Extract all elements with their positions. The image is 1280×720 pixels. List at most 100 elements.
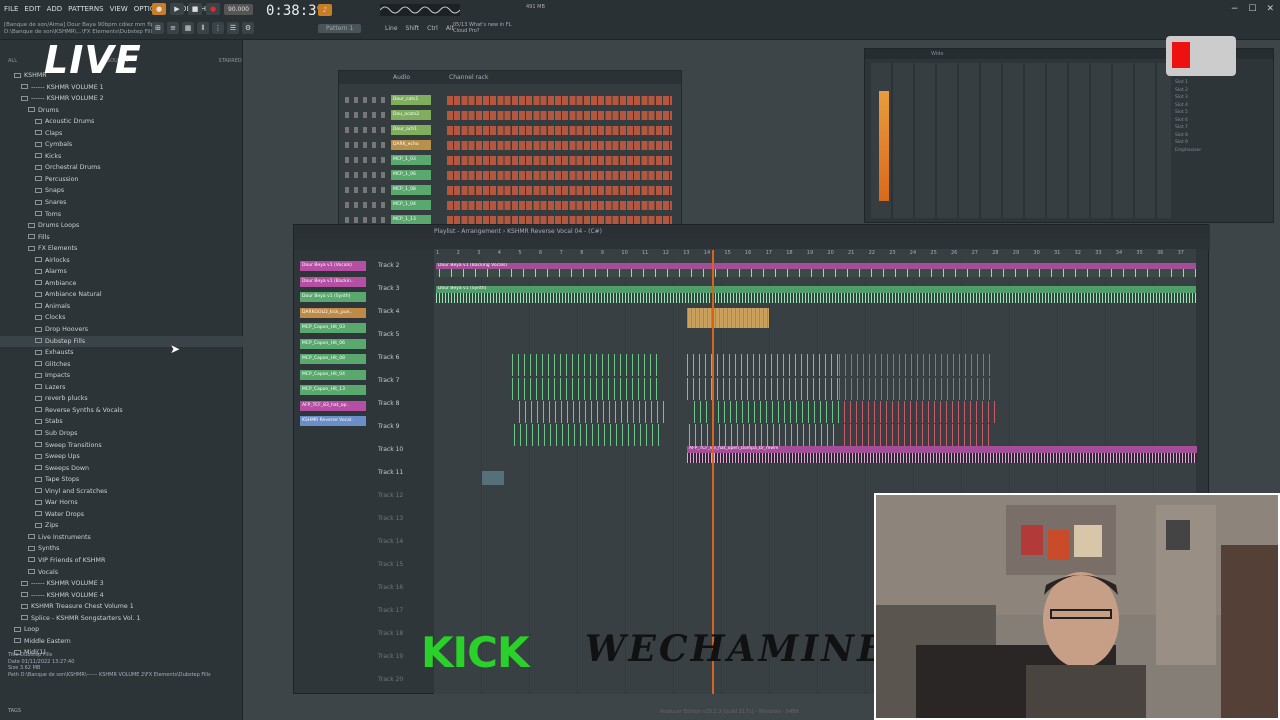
browser-item[interactable]: Toms <box>0 209 243 221</box>
playlist-clip[interactable] <box>687 354 839 376</box>
record-icon[interactable]: ● <box>206 3 220 15</box>
mixer-slot[interactable]: Slot 7 <box>1175 124 1271 132</box>
playlist-clip[interactable] <box>436 269 1196 277</box>
menu-item-add[interactable]: ADD <box>47 5 63 13</box>
channel-row[interactable]: DARK_echo <box>339 138 683 153</box>
browser-item[interactable]: Snares <box>0 197 243 209</box>
channel-controls[interactable] <box>345 142 385 148</box>
menu-item-file[interactable]: FILE <box>4 5 18 13</box>
time-display[interactable]: 0:38:39 <box>266 3 325 19</box>
tags-label[interactable]: TAGS <box>8 708 21 714</box>
browser-item[interactable]: Zips <box>0 520 243 532</box>
track-header[interactable]: Track 13 <box>378 515 428 522</box>
browser-item[interactable]: War Horns <box>0 497 243 509</box>
browser-item[interactable]: Alarms <box>0 266 243 278</box>
track-header[interactable]: Track 15 <box>378 561 428 568</box>
browser-item[interactable]: Tape Stops <box>0 474 243 486</box>
playlist-clip[interactable] <box>844 424 994 446</box>
browser-item[interactable]: Clocks <box>0 312 243 324</box>
stop-icon[interactable]: ■ <box>188 3 202 15</box>
browser-item[interactable]: Dubstep Fills <box>0 335 243 348</box>
browser-item[interactable]: Orchestral Drums <box>0 162 243 174</box>
browser-tab-all[interactable]: ALL <box>8 58 17 64</box>
browser-item[interactable]: Sub Drops <box>0 428 243 440</box>
menu-item-edit[interactable]: EDIT <box>24 5 40 13</box>
key-ctrl[interactable]: Ctrl <box>427 25 438 32</box>
pattern-clip-source[interactable]: Dour Beya v1 (Synth) <box>300 292 366 302</box>
browser-item[interactable]: Percussion <box>0 174 243 186</box>
channel-name-button[interactable]: DARK_echo <box>391 140 431 150</box>
step-sequencer[interactable] <box>447 111 672 120</box>
playlist-clip[interactable] <box>512 354 662 376</box>
maximize-icon[interactable]: ☐ <box>1248 4 1256 14</box>
browser-item[interactable]: Airlocks <box>0 255 243 267</box>
mixer-slot[interactable]: Slot 9 <box>1175 139 1271 147</box>
browser-item[interactable]: Ambiance <box>0 278 243 290</box>
playlist-clip[interactable] <box>694 401 844 423</box>
pattern-clip-source[interactable]: MCP_Capon_Hit_06 <box>300 338 366 349</box>
browser-item[interactable]: Impacts <box>0 370 243 382</box>
browser-item[interactable]: ------ KSHMR VOLUME 2 <box>0 93 243 105</box>
browser-item[interactable]: Sweep Ups <box>0 451 243 463</box>
track-header[interactable]: Track 4 <box>378 308 428 315</box>
play-icon[interactable]: ▶ <box>170 3 184 15</box>
browser-item[interactable]: ------ KSHMR VOLUME 3 <box>0 578 243 590</box>
step-sequencer[interactable] <box>447 156 672 165</box>
step-sequencer[interactable] <box>447 186 672 195</box>
browser-item[interactable]: Splice - KSHMR Songstarters Vol. 1 <box>0 613 243 625</box>
menu-item-view[interactable]: VIEW <box>110 5 128 13</box>
playlist-clip[interactable] <box>514 424 664 446</box>
step-sequencer[interactable] <box>447 141 672 150</box>
pattern-clip-source[interactable]: MCP_Capon_Hit_08 <box>300 354 366 364</box>
channel-name-button[interactable]: MCP_1_04 <box>391 200 431 210</box>
track-header[interactable]: Track 8 <box>378 400 428 407</box>
channel-name-button[interactable]: MCP_1_08 <box>391 185 431 195</box>
playlist-clip[interactable] <box>687 453 1197 463</box>
news-hint[interactable]: 05/13 What's new in FL Cloud Pro? <box>453 22 511 34</box>
channel-controls[interactable] <box>345 97 385 103</box>
pattern-clip-source[interactable]: MCP_Capon_Hit_13 <box>300 385 366 395</box>
channel-rack-icon[interactable]: ⋮ <box>212 22 224 34</box>
channel-name-button[interactable]: MCP_1_06 <box>391 170 431 180</box>
snap-icon[interactable]: ⊞ <box>152 22 164 34</box>
browser-item[interactable]: Fills <box>0 232 243 244</box>
metronome-icon[interactable]: ♪ <box>318 4 332 16</box>
pattern-clip-source[interactable]: DARKGOLD_kick_pun.. <box>300 307 366 318</box>
browser-item[interactable]: Snaps <box>0 185 243 197</box>
channel-row[interactable]: Dour_ach1 <box>339 123 683 138</box>
track-header[interactable]: Track 20 <box>378 676 428 683</box>
browser-item[interactable]: reverb plucks <box>0 393 243 405</box>
playlist-clip[interactable] <box>687 308 769 328</box>
channel-name-button[interactable]: MCP_1_03 <box>391 155 431 165</box>
browser-item[interactable]: Kicks <box>0 151 243 163</box>
browser-item[interactable]: Vinyl and Scratches <box>0 486 243 498</box>
track-header[interactable]: Track 10 <box>378 446 428 453</box>
track-header[interactable]: Track 6 <box>378 354 428 361</box>
track-header[interactable]: Track 3 <box>378 285 428 292</box>
timeline-ruler[interactable]: 1 2 3 4 5 6 7 8 9 10 11 12 13 14 15 16 17 18 19 20 21 22 23 24 2… <box>434 249 1196 258</box>
track-header[interactable]: Track 16 <box>378 584 428 591</box>
browser-item[interactable]: Drums <box>0 105 243 117</box>
channel-controls[interactable] <box>345 187 385 193</box>
pattern-clip-source[interactable]: Dour Beya v1 (Backin.. <box>300 276 366 287</box>
browser-item[interactable]: ------ KSHMR VOLUME 1 <box>0 82 243 94</box>
browser-item[interactable]: KSHMR Treasure Chest Volume 1 <box>0 601 243 613</box>
pattern-clip-source[interactable]: Dour Beya v1 (Vocals) <box>300 261 366 271</box>
mixer-slot[interactable]: Slot 1 <box>1175 79 1271 87</box>
channel-row[interactable]: MCP_1_04 <box>339 198 683 213</box>
channel-row[interactable]: Dour_cats1 <box>339 93 683 108</box>
channel-controls[interactable] <box>345 157 385 163</box>
channel-controls[interactable] <box>345 172 385 178</box>
minimize-icon[interactable]: − <box>1231 4 1239 14</box>
playlist-clip[interactable] <box>512 378 662 400</box>
track-header[interactable]: Track 5 <box>378 331 428 338</box>
channel-controls[interactable] <box>345 127 385 133</box>
track-header[interactable]: Track 11 <box>378 469 428 476</box>
pattern-clip-source[interactable]: MCP_Capon_Hit_03 <box>300 323 366 333</box>
mixer-slot[interactable]: Emphasizer <box>1175 147 1271 155</box>
track-header[interactable]: Track 14 <box>378 538 428 545</box>
browser-item[interactable]: FX Elements <box>0 243 243 255</box>
channel-row[interactable]: MCP_1_06 <box>339 168 683 183</box>
playlist-clip[interactable] <box>844 401 999 423</box>
channel-controls[interactable] <box>345 217 385 223</box>
